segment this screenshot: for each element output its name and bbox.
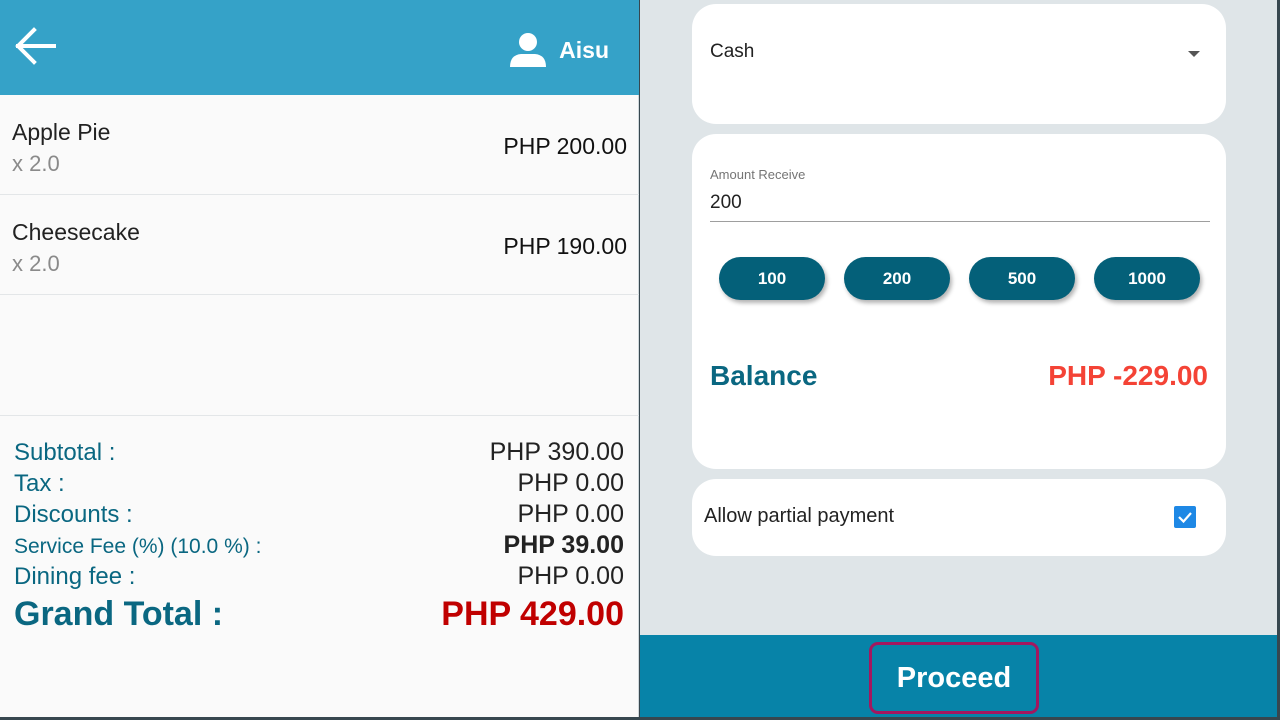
dining-fee-value: PHP 0.00 [517, 562, 624, 590]
item-quantity: x 2.0 [12, 251, 60, 276]
dining-fee-label: Dining fee : [14, 563, 136, 590]
user-account[interactable]: Aisu [509, 30, 609, 70]
balance-label: Balance [710, 360, 818, 391]
amount-received-input[interactable] [710, 184, 1210, 222]
order-item[interactable]: Cheesecake x 2.0 PHP 190.00 [0, 195, 639, 295]
service-fee-row: Service Fee (%) (10.0 %) : PHP 39.00 [14, 531, 624, 562]
subtotal-value: PHP 390.00 [489, 438, 624, 466]
item-name: Cheesecake [12, 219, 140, 245]
quick-amount-buttons: 100 200 500 1000 [719, 257, 1200, 300]
order-items-list: Apple Pie x 2.0 PHP 200.00 Cheesecake x … [0, 95, 639, 295]
app-window: Aisu Apple Pie x 2.0 PHP 200.00 Cheeseca… [0, 0, 1277, 717]
quick-amount-500-button[interactable]: 500 [969, 257, 1075, 300]
quick-amount-100-button[interactable]: 100 [719, 257, 825, 300]
amount-card: Amount Receive 100 200 500 1000 Balance … [692, 134, 1226, 469]
service-fee-label: Service Fee (%) (10.0 %) : [14, 535, 262, 558]
discounts-label: Discounts : [14, 501, 133, 528]
partial-payment-label: Allow partial payment [704, 505, 895, 527]
quick-amount-200-button[interactable]: 200 [844, 257, 950, 300]
tax-value: PHP 0.00 [517, 469, 624, 497]
person-icon [510, 33, 547, 67]
discounts-row: Discounts : PHP 0.00 [14, 500, 624, 531]
top-bar: Aisu [0, 0, 639, 95]
order-panel: Aisu Apple Pie x 2.0 PHP 200.00 Cheeseca… [0, 0, 639, 717]
service-fee-value: PHP 39.00 [503, 531, 624, 559]
arrow-left-icon [15, 27, 56, 65]
quick-amount-1000-button[interactable]: 1000 [1094, 257, 1200, 300]
order-item[interactable]: Apple Pie x 2.0 PHP 200.00 [0, 95, 639, 195]
subtotal-row: Subtotal : PHP 390.00 [14, 438, 624, 469]
payment-method-value: Cash [710, 41, 755, 62]
balance-value: PHP -229.00 [1048, 360, 1208, 391]
bottom-action-bar: Proceed [640, 635, 1277, 717]
user-name: Aisu [559, 36, 609, 63]
tax-row: Tax : PHP 0.00 [14, 469, 624, 500]
item-quantity: x 2.0 [12, 151, 60, 176]
partial-payment-checkbox[interactable] [1174, 506, 1196, 528]
grand-total-label: Grand Total : [14, 595, 224, 633]
subtotal-label: Subtotal : [14, 439, 116, 466]
checkmark-icon [1178, 512, 1192, 524]
amount-received-label: Amount Receive [710, 167, 806, 182]
grand-total-row: Grand Total : PHP 429.00 [14, 595, 624, 637]
item-name: Apple Pie [12, 119, 111, 145]
payment-panel: Cash Amount Receive 100 200 500 1000 Bal… [640, 0, 1277, 717]
partial-payment-card: Allow partial payment [692, 479, 1226, 556]
item-price: PHP 200.00 [503, 133, 627, 159]
item-price: PHP 190.00 [503, 233, 627, 259]
tax-label: Tax : [14, 470, 65, 497]
summary-divider [0, 415, 639, 416]
dining-fee-row: Dining fee : PHP 0.00 [14, 562, 624, 593]
back-button[interactable] [14, 26, 56, 66]
grand-total-value: PHP 429.00 [441, 595, 624, 633]
proceed-button[interactable]: Proceed [869, 642, 1039, 714]
caret-down-icon[interactable] [1188, 51, 1200, 57]
discounts-value: PHP 0.00 [517, 500, 624, 528]
payment-method-dropdown[interactable]: Cash [692, 4, 1226, 124]
order-summary: Subtotal : PHP 390.00 Tax : PHP 0.00 Dis… [14, 438, 624, 637]
